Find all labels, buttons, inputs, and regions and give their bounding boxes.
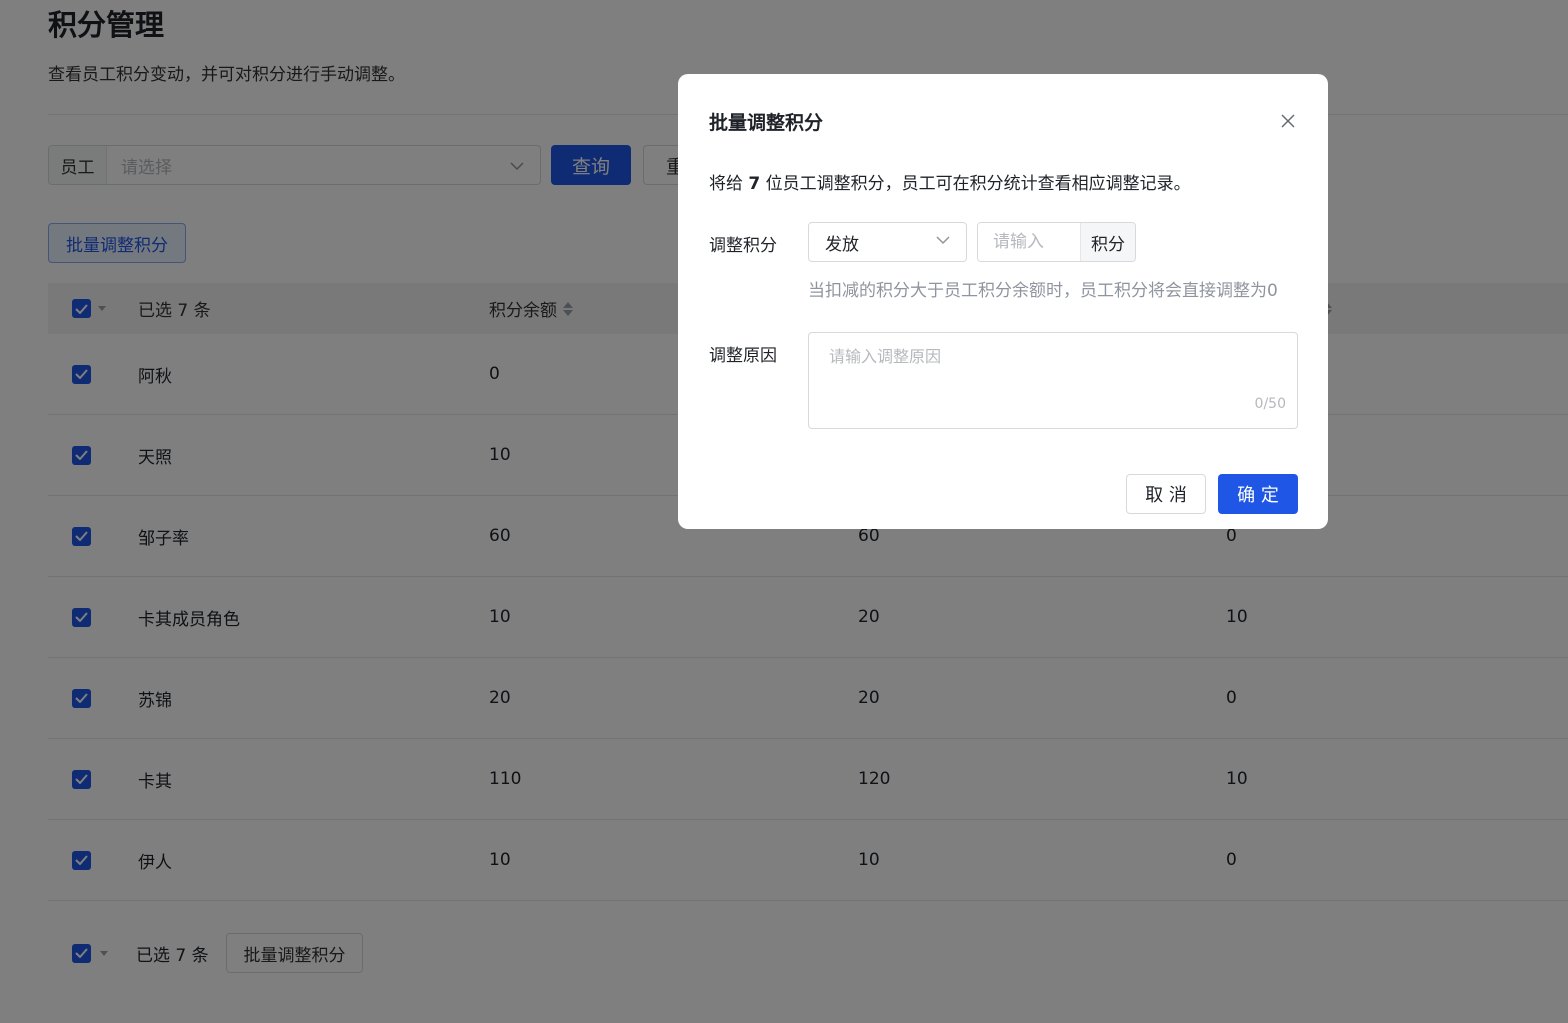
modal-message: 将给 7 位员工调整积分，员工可在积分统计查看相应调整记录。 — [709, 169, 1191, 194]
close-icon[interactable] — [1280, 113, 1296, 129]
confirm-button[interactable]: 确 定 — [1218, 474, 1298, 514]
adjust-type-select[interactable]: 发放 — [808, 222, 967, 262]
reason-label: 调整原因 — [709, 346, 777, 366]
msg-suffix: 位员工调整积分，员工可在积分统计查看相应调整记录。 — [765, 174, 1191, 194]
cancel-button[interactable]: 取 消 — [1126, 474, 1206, 514]
points-input[interactable] — [978, 223, 1080, 261]
reason-textarea[interactable] — [809, 333, 1297, 428]
reason-field: 0/50 — [808, 332, 1298, 429]
modal-title: 批量调整积分 — [709, 112, 824, 134]
msg-prefix: 将给 — [709, 174, 743, 194]
chevron-down-icon — [936, 232, 950, 252]
points-input-group: 积分 — [977, 222, 1136, 262]
msg-count: 7 — [748, 174, 761, 194]
deduction-hint: 当扣减的积分大于员工积分余额时，员工积分将会直接调整为0 — [808, 281, 1278, 301]
reason-char-counter: 0/50 — [1254, 396, 1286, 412]
batch-adjust-modal: 批量调整积分 将给 7 位员工调整积分，员工可在积分统计查看相应调整记录。 调整… — [678, 74, 1328, 529]
points-suffix: 积分 — [1080, 223, 1135, 261]
adjust-type-value: 发放 — [825, 234, 859, 255]
adjust-points-label: 调整积分 — [709, 236, 777, 256]
